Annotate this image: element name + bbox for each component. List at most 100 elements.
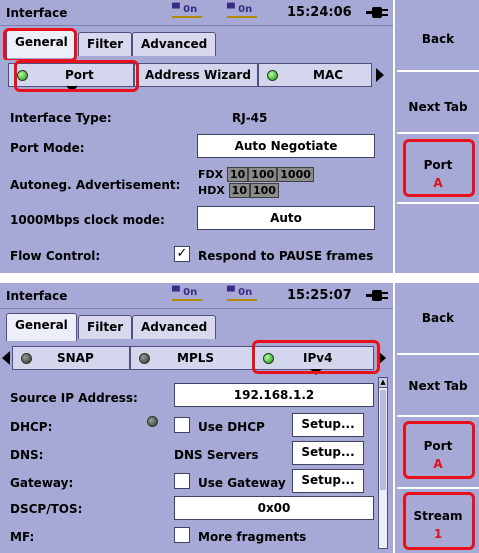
use-dhcp-label: Use DHCP: [198, 420, 265, 434]
flow-control-checkbox[interactable]: ✓: [174, 246, 190, 262]
main-area: Interface ▀ 0n ▀ 0n 15:24:06 General Fil…: [0, 0, 393, 273]
tab-label: Advanced: [141, 320, 208, 334]
gateway-label: Gateway:: [10, 476, 74, 490]
scroll-right-icon[interactable]: [376, 68, 384, 82]
more-fragments-checkbox[interactable]: [174, 527, 190, 543]
tab-label: Filter: [87, 37, 124, 51]
tab-general[interactable]: General: [6, 313, 77, 341]
tab-label: Filter: [87, 320, 124, 334]
interface-type-value: RJ-45: [232, 111, 268, 125]
tab-advanced[interactable]: Advanced: [132, 32, 217, 56]
window-title: Interface: [6, 6, 68, 20]
window-title: Interface: [6, 289, 68, 303]
clock-mode-label: 1000Mbps clock mode:: [10, 213, 165, 227]
back-button[interactable]: Back: [397, 283, 479, 355]
dhcp-setup-button[interactable]: Setup...: [292, 413, 364, 437]
fdx-speed-1000[interactable]: 1000: [277, 167, 314, 182]
fdx-label: FDX: [198, 168, 224, 181]
subtab-label: MAC: [313, 68, 344, 82]
mf-label: MF:: [10, 530, 35, 544]
dhcp-label: DHCP:: [10, 420, 53, 434]
tx-indicator-icon: ▀ 0n: [172, 287, 202, 301]
scroll-up-icon[interactable]: ▲: [379, 378, 387, 388]
hdx-row: HDX 10 100: [198, 183, 279, 198]
tab-label: General: [15, 318, 68, 332]
flow-control-label: Flow Control:: [10, 249, 101, 263]
dscp-input[interactable]: 0x00: [174, 496, 374, 520]
interface-panel-ipv4: Interface ▀ 0n ▀ 0n 15:25:07 General Fil…: [0, 283, 479, 553]
scroll-left-icon[interactable]: [2, 351, 10, 365]
dhcp-status-icon: [147, 416, 161, 430]
hdx-speed-10[interactable]: 10: [228, 183, 250, 198]
tab-filter[interactable]: Filter: [78, 315, 133, 339]
fdx-row: FDX 10 100 1000: [198, 167, 314, 182]
status-led-icon: [139, 353, 150, 364]
dns-setup-button[interactable]: Setup...: [292, 441, 364, 465]
port-mode-select[interactable]: Auto Negotiate: [197, 134, 375, 158]
tab-filter[interactable]: Filter: [78, 32, 133, 56]
vertical-scrollbar[interactable]: ▲: [378, 377, 388, 549]
tab-advanced[interactable]: Advanced: [132, 315, 217, 339]
scroll-thumb[interactable]: [380, 390, 386, 490]
source-ip-input[interactable]: 192.168.1.2: [174, 383, 374, 407]
highlight-port-button: [403, 421, 475, 479]
title-bar: Interface ▀ 0n ▀ 0n 15:25:07: [0, 283, 393, 309]
hdx-label: HDX: [198, 184, 225, 197]
rx-indicator-icon: ▀ 0n: [227, 4, 257, 18]
back-button[interactable]: Back: [397, 0, 479, 72]
rx-indicator-icon: ▀ 0n: [227, 287, 257, 301]
next-tab-button[interactable]: Next Tab: [397, 72, 479, 134]
tx-count: 0n: [183, 287, 198, 298]
ipv4-settings: Source IP Address: 192.168.1.2 DHCP: Use…: [6, 377, 388, 549]
subtab-label: MPLS: [177, 351, 215, 365]
fdx-speed-100[interactable]: 100: [248, 167, 278, 182]
highlight-port-subtab: [14, 60, 139, 92]
highlight-ipv4-subtab: [252, 340, 380, 374]
empty-softkey: [397, 204, 479, 273]
title-bar: Interface ▀ 0n ▀ 0n 15:24:06: [0, 0, 393, 26]
main-area: Interface ▀ 0n ▀ 0n 15:25:07 General Fil…: [0, 283, 393, 553]
source-ip-label: Source IP Address:: [10, 391, 138, 405]
tx-indicator-icon: ▀ 0n: [172, 4, 202, 18]
subtab-label: Address Wizard: [145, 68, 251, 82]
subtab-mac[interactable]: MAC: [258, 63, 372, 87]
power-plug-icon: [366, 7, 388, 18]
gateway-setup-button[interactable]: Setup...: [292, 469, 364, 493]
flow-control-option: Respond to PAUSE frames: [198, 249, 374, 263]
dns-value: DNS Servers: [174, 448, 259, 462]
more-fragments-label: More fragments: [198, 530, 307, 544]
hdx-speed-100[interactable]: 100: [249, 183, 279, 198]
rx-count: 0n: [238, 4, 253, 15]
use-gateway-checkbox[interactable]: [174, 473, 190, 489]
subtab-address-wizard[interactable]: Address Wizard: [134, 63, 258, 87]
port-settings: Interface Type: RJ-45 Port Mode: Auto Ne…: [6, 96, 388, 268]
tx-count: 0n: [183, 4, 198, 15]
tab-label: Advanced: [141, 37, 208, 51]
autoneg-label: Autoneg. Advertisement:: [10, 178, 181, 192]
use-gateway-label: Use Gateway: [198, 476, 286, 490]
interface-type-label: Interface Type:: [10, 111, 112, 125]
panel-divider: [0, 273, 479, 283]
subtab-label: SNAP: [57, 351, 94, 365]
power-plug-icon: [366, 290, 388, 301]
highlight-general-tab: [3, 28, 77, 62]
next-tab-button[interactable]: Next Tab: [397, 355, 479, 417]
highlight-port-button: [403, 139, 475, 197]
softkey-panel: Back Next Tab Port A: [393, 0, 479, 273]
rx-count: 0n: [238, 287, 253, 298]
softkey-panel: Back Next Tab Port A Stream 1: [393, 283, 479, 553]
subtab-mpls[interactable]: MPLS: [130, 346, 254, 370]
status-led-icon: [21, 353, 32, 364]
clock: 15:25:07: [287, 288, 352, 303]
fdx-speed-10[interactable]: 10: [226, 167, 249, 182]
port-mode-label: Port Mode:: [10, 141, 85, 155]
interface-panel-port: Interface ▀ 0n ▀ 0n 15:24:06 General Fil…: [0, 0, 479, 273]
tab-strip: General Filter Advanced: [0, 309, 393, 343]
clock-mode-select[interactable]: Auto: [197, 206, 375, 230]
highlight-stream-button: [403, 492, 475, 550]
clock: 15:24:06: [287, 5, 352, 20]
status-led-icon: [267, 70, 278, 81]
subtab-snap[interactable]: SNAP: [12, 346, 130, 370]
use-dhcp-checkbox[interactable]: [174, 417, 190, 433]
dscp-label: DSCP/TOS:: [10, 502, 83, 516]
